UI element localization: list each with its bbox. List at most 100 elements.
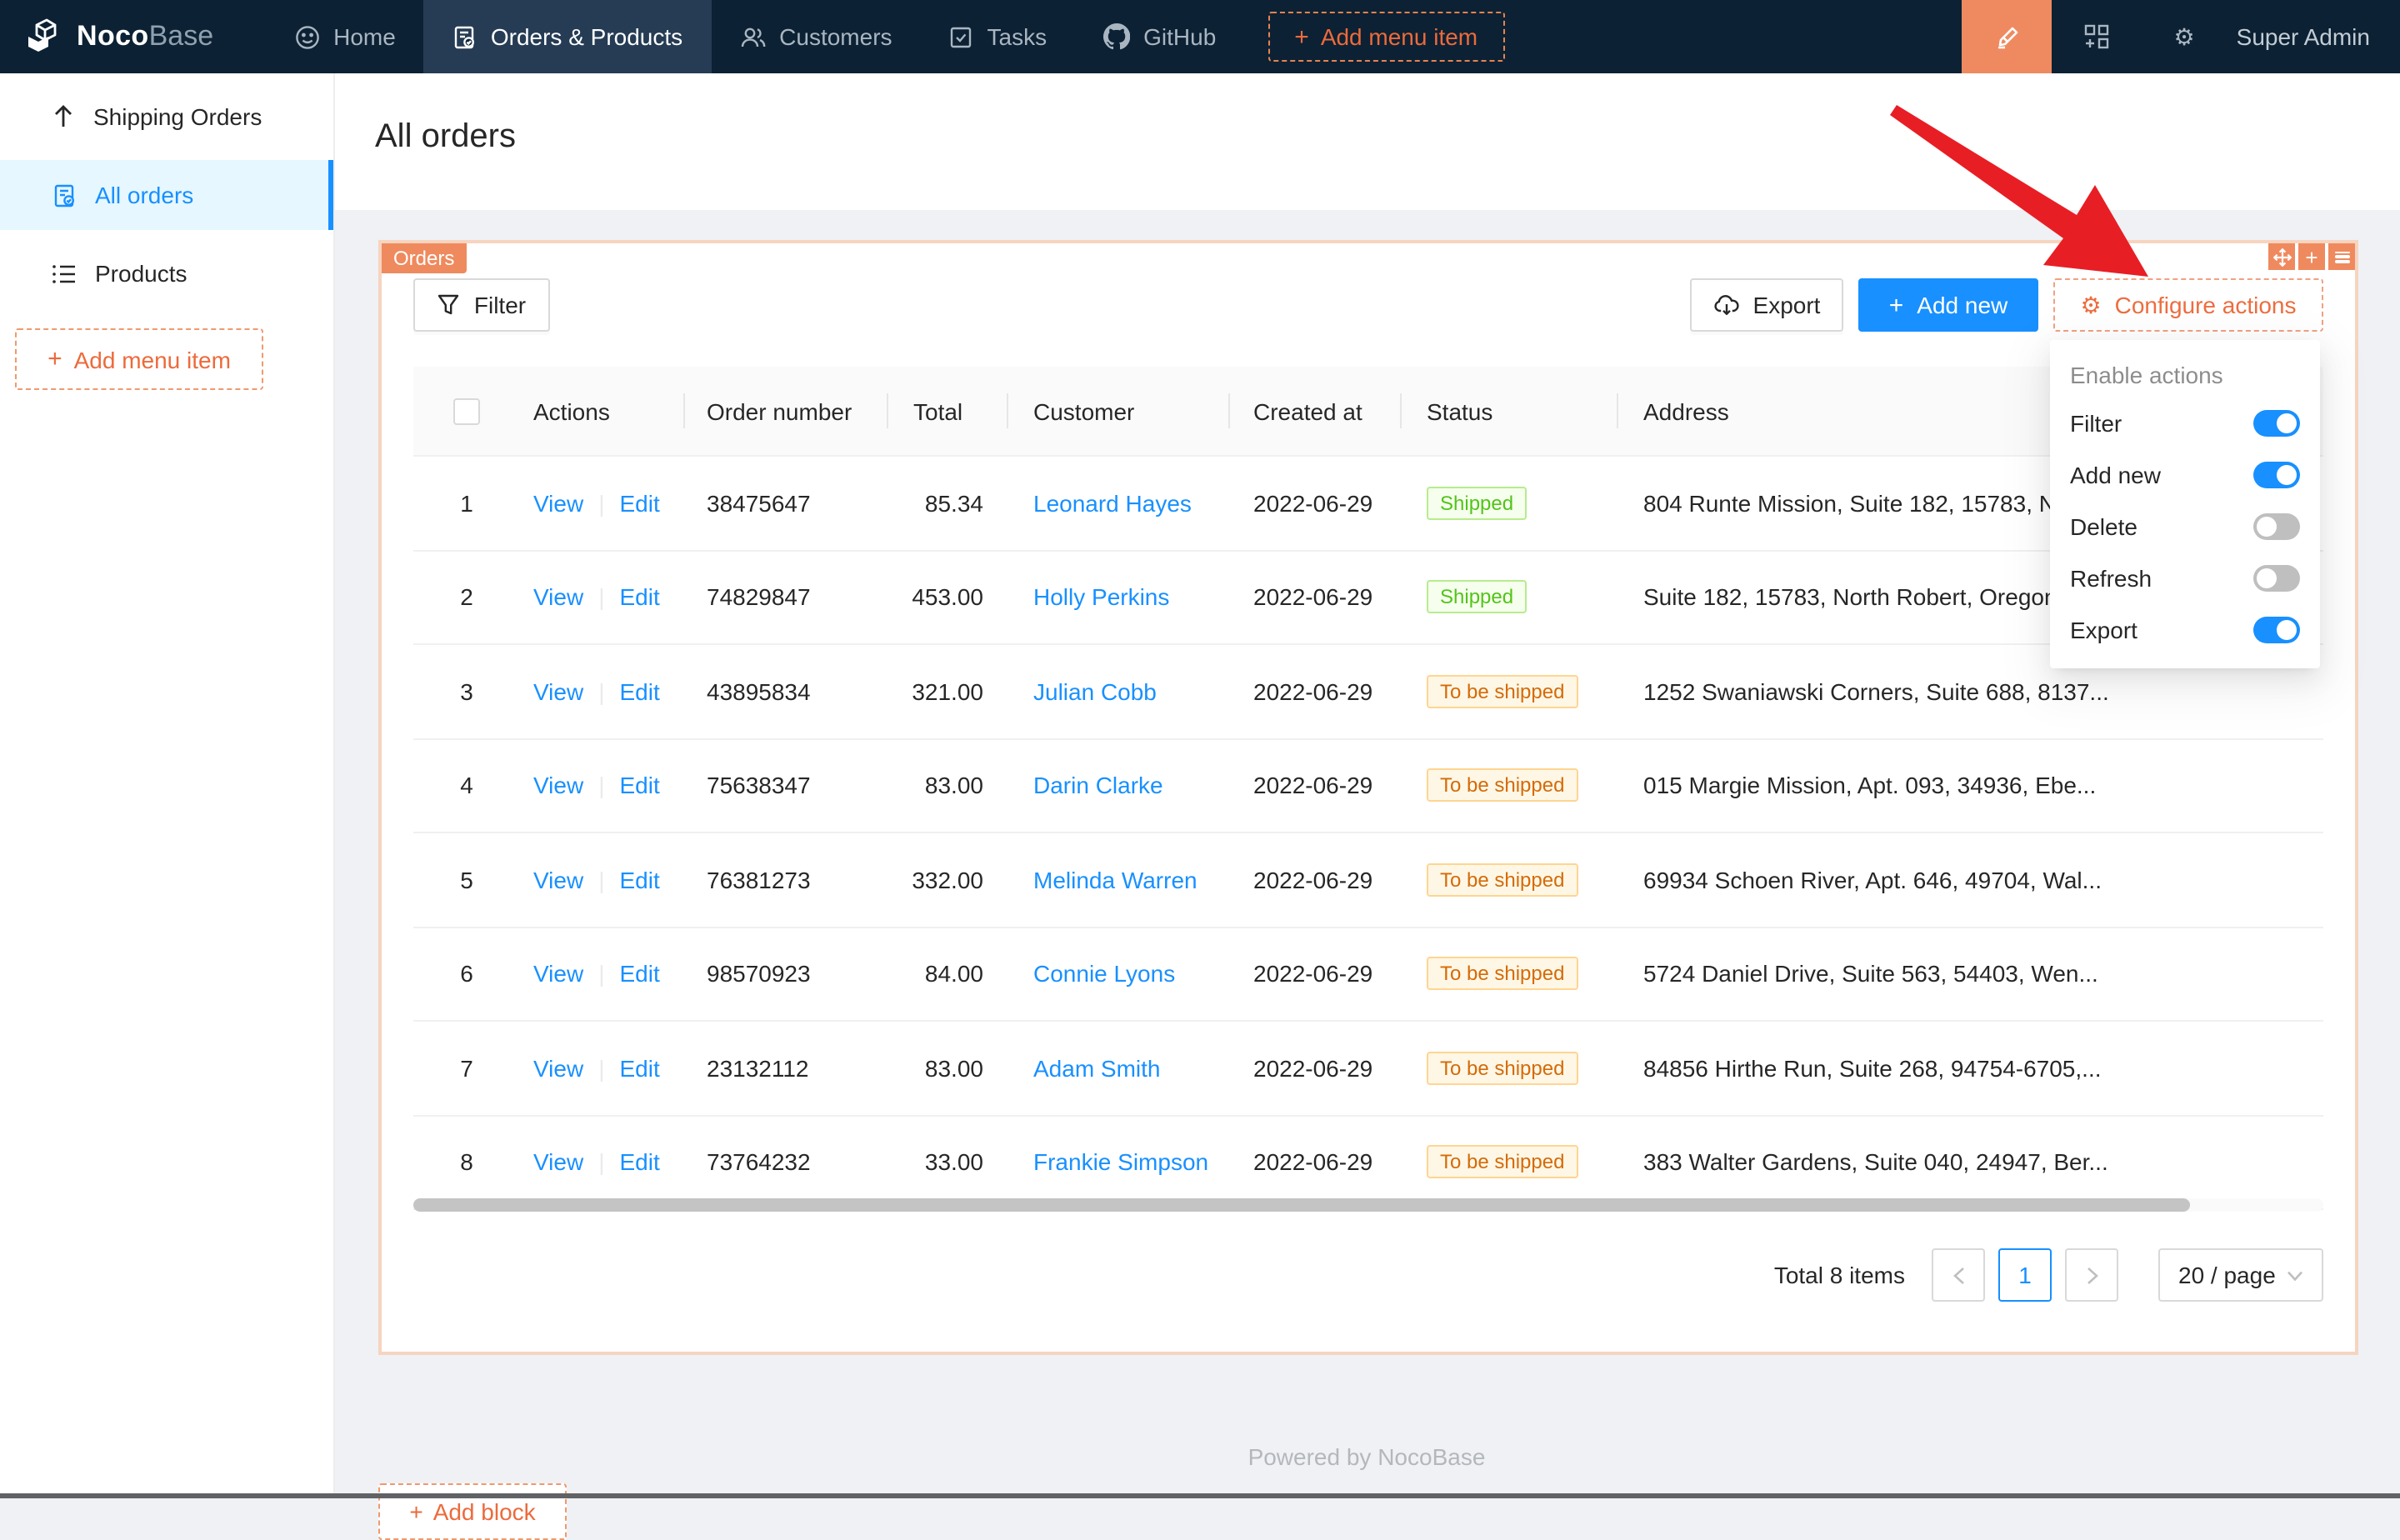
sidebar-item-products[interactable]: Products — [0, 238, 333, 308]
nav-item-github[interactable]: GitHub — [1075, 0, 1244, 73]
horizontal-scrollbar-track — [413, 1198, 2323, 1212]
view-link[interactable]: View — [533, 490, 583, 517]
sidebar-add-menu-item-button[interactable]: + Add menu item — [15, 328, 263, 390]
nav-item-home[interactable]: Home — [267, 0, 424, 73]
settings-button[interactable]: ⚙ — [2142, 0, 2227, 73]
edit-link[interactable]: Edit — [619, 867, 659, 893]
cell-created-at: 2022-06-29 — [1228, 1055, 1400, 1082]
customer-link[interactable]: Frankie Simpson — [1033, 1149, 1208, 1176]
edit-link[interactable]: Edit — [619, 1055, 659, 1082]
cell-total: 84.00 — [887, 961, 1007, 988]
cell-address: 383 Walter Gardens, Suite 040, 24947, Be… — [1617, 1149, 2323, 1176]
block-menu-button[interactable] — [2328, 243, 2355, 270]
edit-link[interactable]: Edit — [619, 772, 659, 799]
plus-icon: + — [409, 1498, 422, 1525]
customer-link[interactable]: Darin Clarke — [1033, 772, 1163, 799]
file-check-icon — [52, 182, 77, 208]
cell-created-at: 2022-06-29 — [1228, 490, 1400, 517]
customer-link[interactable]: Connie Lyons — [1033, 961, 1175, 988]
sidebar-item-label: Products — [95, 260, 188, 287]
add-new-toggle[interactable] — [2253, 461, 2300, 488]
pagination-page-1[interactable]: 1 — [1998, 1248, 2052, 1302]
customer-link[interactable]: Melinda Warren — [1033, 867, 1198, 893]
view-link[interactable]: View — [533, 867, 583, 893]
customer-link[interactable]: Holly Perkins — [1033, 584, 1169, 611]
customer-link[interactable]: Julian Cobb — [1033, 678, 1157, 705]
chevron-right-icon — [2084, 1266, 2099, 1284]
dropdown-item-export[interactable]: Export — [2050, 603, 2320, 655]
row-actions: View | Edit — [520, 490, 683, 517]
sidebar: Shipping Orders All orders Products + Ad… — [0, 73, 335, 1498]
column-header-customer: Customer — [1007, 367, 1228, 455]
edit-link[interactable]: Edit — [619, 1149, 659, 1176]
edit-link[interactable]: Edit — [619, 961, 659, 988]
view-link[interactable]: View — [533, 584, 583, 611]
edit-link[interactable]: Edit — [619, 678, 659, 705]
nocobase-logo[interactable]: NocoBase — [0, 0, 237, 73]
sidebar-item-shipping-orders[interactable]: Shipping Orders — [0, 82, 333, 152]
row-actions: View|Edit — [520, 867, 683, 893]
nav-item-tasks[interactable]: Tasks — [921, 0, 1076, 73]
plugins-button[interactable] — [2052, 0, 2142, 73]
pagination-next-button[interactable] — [2065, 1248, 2118, 1302]
actions-divider: | — [598, 490, 604, 517]
user-menu[interactable]: Super Admin — [2227, 23, 2400, 50]
nav-item-customers[interactable]: Customers — [711, 0, 920, 73]
edit-link[interactable]: Edit — [619, 584, 659, 611]
view-link[interactable]: View — [533, 772, 583, 799]
dropdown-item-label: Delete — [2070, 512, 2138, 539]
cell-status: To be shipped — [1400, 1052, 1617, 1085]
customer-link[interactable]: Leonard Hayes — [1033, 490, 1192, 517]
export-toggle[interactable] — [2253, 616, 2300, 642]
hamburger-icon — [2334, 251, 2349, 262]
configure-actions-button[interactable]: ⚙ Configure actions — [2053, 278, 2323, 332]
ui-editor-button[interactable] — [1962, 0, 2052, 73]
cell-order-number: 38475647 — [683, 490, 887, 517]
pagination-prev-button[interactable] — [1932, 1248, 1985, 1302]
file-check-icon — [452, 24, 478, 49]
page-size-value: 20 / page — [2178, 1262, 2276, 1288]
cell-total: 33.00 — [887, 1149, 1007, 1176]
cell-created-at: 2022-06-29 — [1228, 867, 1400, 893]
customer-link[interactable]: Adam Smith — [1033, 1055, 1161, 1082]
page-size-select[interactable]: 20 / page — [2158, 1248, 2323, 1302]
cell-customer: Darin Clarke — [1007, 772, 1228, 799]
dropdown-item-delete[interactable]: Delete — [2050, 500, 2320, 552]
add-block-button[interactable]: + Add block — [378, 1483, 567, 1540]
refresh-toggle[interactable] — [2253, 564, 2300, 591]
actions-divider: | — [598, 678, 604, 705]
add-new-button[interactable]: + Add new — [1858, 278, 2038, 332]
sidebar-item-all-orders[interactable]: All orders — [0, 160, 333, 230]
edit-link[interactable]: Edit — [619, 490, 659, 517]
horizontal-scrollbar-thumb[interactable] — [413, 1198, 2190, 1212]
row-actions: View | Edit — [520, 772, 683, 799]
dropdown-item-refresh[interactable]: Refresh — [2050, 552, 2320, 603]
dropdown-item-filter[interactable]: Filter — [2050, 397, 2320, 448]
row-actions: View|Edit — [520, 584, 683, 611]
nav-add-menu-item-button[interactable]: + Add menu item — [1268, 12, 1504, 62]
nav-item-label: Tasks — [988, 23, 1048, 50]
cell-created-at: 2022-06-29 — [1228, 1149, 1400, 1176]
filter-button[interactable]: Filter — [413, 278, 550, 332]
cell-address: 1252 Swaniawski Corners, Suite 688, 8137… — [1617, 678, 2323, 705]
logo-text-secondary: Base — [149, 20, 214, 52]
cell-created-at: 2022-06-29 — [1228, 678, 1400, 705]
main-menu: Home Orders & Products Customers — [267, 0, 1504, 73]
gear-icon: ⚙ — [2080, 293, 2101, 317]
select-all-checkbox[interactable] — [453, 398, 480, 424]
export-button[interactable]: Export — [1690, 278, 1843, 332]
block-add-button[interactable]: + — [2298, 243, 2325, 270]
view-link[interactable]: View — [533, 961, 583, 988]
cell-status: Shipped — [1400, 581, 1617, 614]
dropdown-item-add-new[interactable]: Add new — [2050, 448, 2320, 500]
table-row: 4 View|Edit 75638347 83.00 Darin Clarke … — [413, 739, 2323, 833]
drag-handle[interactable] — [2268, 243, 2295, 270]
actions-divider: | — [598, 772, 604, 799]
nav-item-orders-products[interactable]: Orders & Products — [424, 0, 711, 73]
view-link[interactable]: View — [533, 1149, 583, 1176]
view-link[interactable]: View — [533, 1055, 583, 1082]
delete-toggle[interactable] — [2253, 512, 2300, 539]
enable-actions-dropdown: Enable actions Filter Add new Delete Ref… — [2050, 340, 2320, 668]
filter-toggle[interactable] — [2253, 409, 2300, 436]
view-link[interactable]: View — [533, 678, 583, 705]
